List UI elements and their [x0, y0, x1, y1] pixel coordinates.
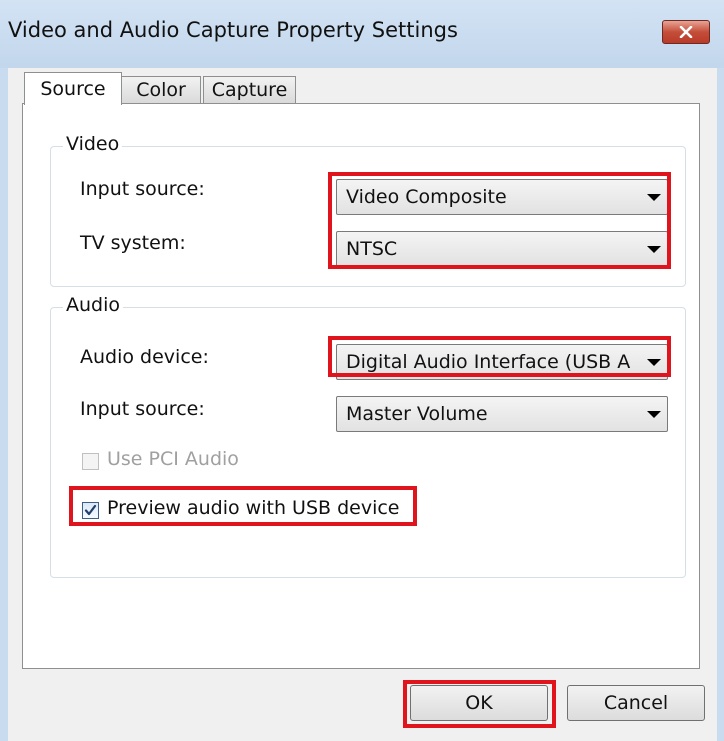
source-tab-panel: Video Input source: Video Composite TV s…: [22, 103, 700, 669]
tv-system-select[interactable]: NTSC: [336, 231, 668, 267]
preview-audio-checkbox[interactable]: [82, 502, 99, 519]
tab-capture[interactable]: Capture: [203, 76, 296, 104]
audio-input-source-label: Input source:: [80, 398, 205, 420]
video-input-source-select[interactable]: Video Composite: [336, 179, 668, 215]
close-button[interactable]: [662, 20, 710, 44]
use-pci-audio-label: Use PCI Audio: [107, 448, 239, 470]
audio-device-select[interactable]: Digital Audio Interface (USB A: [336, 344, 668, 380]
video-input-source-value: Video Composite: [346, 186, 507, 208]
cancel-button[interactable]: Cancel: [567, 685, 705, 721]
video-group-label: Video: [63, 133, 123, 155]
video-input-source-label: Input source:: [80, 178, 205, 200]
audio-input-source-value: Master Volume: [346, 403, 488, 425]
audio-device-value: Digital Audio Interface (USB A: [346, 351, 631, 373]
dialog-window: Video and Audio Capture Property Setting…: [0, 0, 724, 741]
audio-device-label: Audio device:: [80, 346, 209, 368]
chevron-down-icon: [647, 359, 661, 366]
chevron-down-icon: [647, 246, 661, 253]
window-title: Video and Audio Capture Property Setting…: [8, 18, 458, 42]
tab-source[interactable]: Source: [24, 72, 122, 105]
audio-input-source-select[interactable]: Master Volume: [336, 396, 668, 432]
checkmark-icon: [84, 504, 97, 516]
use-pci-audio-checkbox: [82, 453, 99, 470]
title-bar[interactable]: Video and Audio Capture Property Setting…: [0, 0, 724, 68]
tv-system-label: TV system:: [80, 232, 186, 254]
chevron-down-icon: [647, 411, 661, 418]
audio-group-label: Audio: [63, 294, 124, 316]
chevron-down-icon: [647, 194, 661, 201]
preview-audio-label[interactable]: Preview audio with USB device: [107, 497, 400, 519]
tab-color[interactable]: Color: [121, 76, 201, 104]
tv-system-value: NTSC: [346, 238, 398, 260]
ok-button[interactable]: OK: [410, 685, 548, 721]
dialog-client-area: Source Color Capture Video Input source:…: [8, 68, 717, 741]
close-icon: [679, 26, 693, 38]
